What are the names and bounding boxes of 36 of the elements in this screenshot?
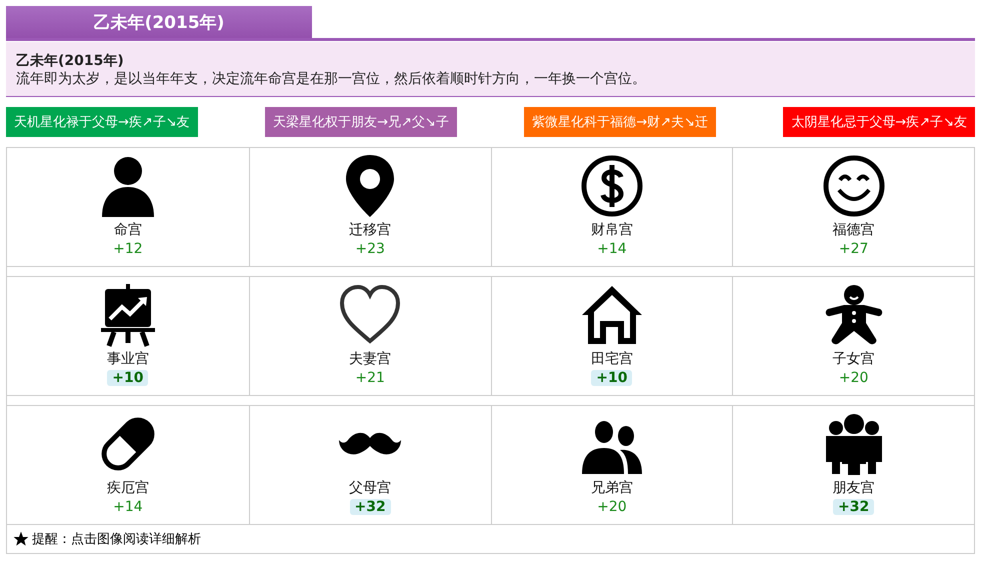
dollar-icon[interactable] bbox=[580, 154, 644, 218]
palace-score: +23 bbox=[354, 241, 386, 257]
palace-score: +10 bbox=[591, 370, 632, 386]
smiley-icon[interactable] bbox=[822, 154, 886, 218]
palace-name: 迁移宫 bbox=[349, 221, 392, 239]
house-icon[interactable] bbox=[580, 283, 644, 347]
header-tab[interactable]: 乙未年(2015年) bbox=[6, 6, 312, 38]
info-description: 流年即为太岁，是以当年年支，决定流年命宫是在那一宫位，然后依着顺时针方向，一年换一个宫位。 bbox=[16, 70, 647, 88]
palace-name: 事业宫 bbox=[106, 350, 149, 368]
info-title: 乙未年(2015年) bbox=[16, 52, 125, 70]
reminder-text: 提醒：点击图像阅读详细解析 bbox=[32, 531, 201, 548]
transformation-tag: 天梁星化权于朋友→兄↗父↘子 bbox=[265, 107, 457, 137]
transformation-tag: 天机星化禄于父母→疾↗子↘友 bbox=[6, 107, 198, 137]
palace-name: 命宫 bbox=[114, 221, 142, 239]
palace-score: +14 bbox=[112, 499, 144, 515]
palace-score: +27 bbox=[838, 241, 870, 257]
palace-score: +12 bbox=[112, 241, 144, 257]
transformation-tag: 紫微星化科于福德→财↗夫↘迁 bbox=[524, 107, 716, 137]
star-icon bbox=[13, 531, 29, 547]
palace-score: +10 bbox=[107, 370, 148, 386]
palace-name: 子女宫 bbox=[832, 350, 875, 368]
palace-name: 疾厄宫 bbox=[106, 479, 149, 497]
palace-name: 财帛宫 bbox=[590, 221, 633, 239]
palace-name: 朋友宫 bbox=[832, 479, 875, 497]
palace-score: +32 bbox=[833, 499, 874, 515]
palace-score: +21 bbox=[354, 370, 386, 386]
palace-name: 父母宫 bbox=[349, 479, 392, 497]
transformation-tag: 太阴星化忌于父母→疾↗子↘友 bbox=[783, 107, 975, 137]
palace-name: 兄弟宫 bbox=[590, 479, 633, 497]
palace-name: 夫妻宫 bbox=[349, 350, 392, 368]
palace-score: +20 bbox=[596, 499, 628, 515]
palace-name: 福德宫 bbox=[832, 221, 875, 239]
palace-name: 田宅宫 bbox=[590, 350, 633, 368]
palace-score: +14 bbox=[596, 241, 628, 257]
palace-score: +20 bbox=[838, 370, 870, 386]
palace-score: +32 bbox=[350, 499, 391, 515]
